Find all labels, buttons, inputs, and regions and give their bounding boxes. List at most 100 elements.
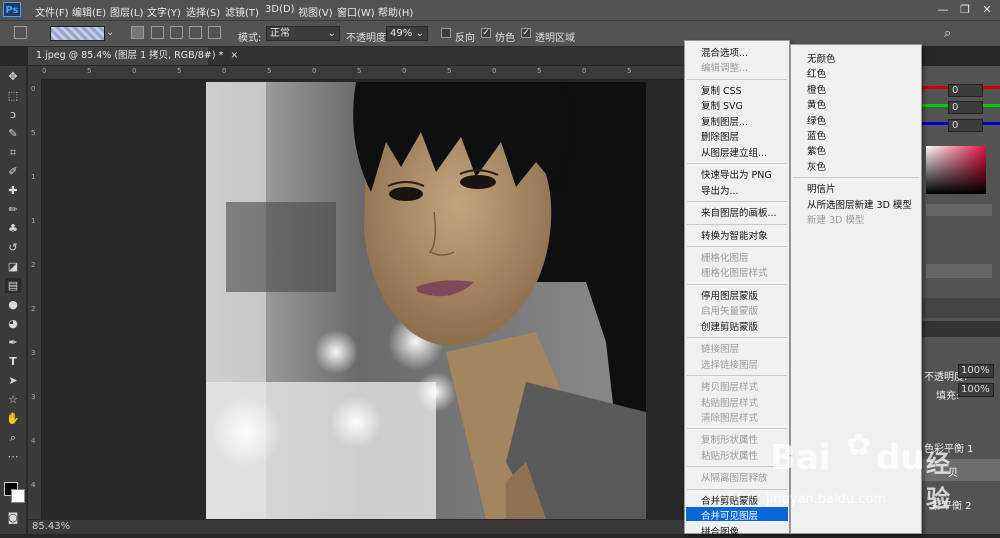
menu-help[interactable]: 帮助(H) bbox=[378, 4, 413, 19]
clone-stamp-icon[interactable]: ♣ bbox=[5, 221, 21, 236]
menu-item[interactable]: 导出为... bbox=[701, 183, 739, 197]
menu-item[interactable]: 合并可见图层 bbox=[701, 508, 758, 522]
layer-name-3[interactable]: 彩平衡 2 bbox=[932, 497, 972, 512]
menu-view[interactable]: 视图(V) bbox=[298, 4, 333, 19]
move-tool-icon[interactable]: ✥ bbox=[5, 69, 21, 84]
history-brush-icon[interactable]: ↺ bbox=[5, 240, 21, 255]
angle-gradient-icon[interactable] bbox=[170, 26, 183, 39]
ruler-tick: 5 bbox=[87, 67, 92, 75]
menu-item[interactable]: 混合选项... bbox=[701, 45, 748, 59]
gradient-tool-icon[interactable]: ▤ bbox=[5, 278, 21, 293]
menu-type[interactable]: 文字(Y) bbox=[147, 4, 181, 19]
menu-item[interactable]: 拼合图像 bbox=[701, 524, 739, 538]
menu-item[interactable]: 合并剪贴蒙版 bbox=[701, 493, 758, 507]
path-select-icon[interactable]: ➤ bbox=[5, 373, 21, 388]
gradient-tool-icon[interactable] bbox=[14, 26, 27, 39]
menu-item[interactable]: 黄色 bbox=[807, 97, 826, 111]
document-image[interactable] bbox=[206, 82, 646, 519]
blue-value[interactable]: 0 bbox=[948, 119, 983, 132]
reflected-gradient-icon[interactable] bbox=[189, 26, 202, 39]
healing-brush-icon[interactable]: ✚ bbox=[5, 183, 21, 198]
document-tab[interactable]: 1.jpeg @ 85.4% (图层 1 拷贝, RGB/8#) * × bbox=[28, 47, 238, 65]
pen-tool-icon[interactable]: ✒ bbox=[5, 335, 21, 350]
blur-tool-icon[interactable]: ● bbox=[5, 297, 21, 312]
more-tools-icon[interactable]: ⋯ bbox=[5, 449, 21, 464]
fill-input[interactable]: 100% bbox=[958, 383, 994, 397]
type-tool-icon[interactable]: T bbox=[5, 354, 21, 369]
transparency-checkbox[interactable]: ✓ bbox=[521, 28, 531, 38]
menu-3d[interactable]: 3D(D) bbox=[265, 4, 295, 15]
lasso-tool-icon[interactable]: ↄ bbox=[5, 107, 21, 122]
menu-item[interactable]: 快速导出为 PNG bbox=[701, 167, 772, 181]
eyedropper-tool-icon[interactable]: ✐ bbox=[5, 164, 21, 179]
menu-window[interactable]: 窗口(W) bbox=[337, 4, 375, 19]
menu-separator bbox=[687, 223, 787, 225]
menu-separator bbox=[687, 78, 787, 80]
quick-select-tool-icon[interactable]: ✎ bbox=[5, 126, 21, 141]
menu-item[interactable]: 从图层建立组... bbox=[701, 145, 767, 159]
menu-item[interactable]: 删除图层 bbox=[701, 129, 739, 143]
opacity-label: 不透明度: bbox=[346, 33, 390, 44]
menu-item[interactable]: 复制图层... bbox=[701, 114, 748, 128]
ruler-tick: 1 bbox=[31, 217, 36, 225]
menu-item[interactable]: 转换为智能对象 bbox=[701, 228, 768, 242]
adjustment-row[interactable] bbox=[926, 264, 992, 278]
eraser-tool-icon[interactable]: ◪ bbox=[5, 259, 21, 274]
marquee-tool-icon[interactable]: ⬚ bbox=[5, 88, 21, 103]
menu-item[interactable]: 橙色 bbox=[807, 82, 826, 96]
layer-name-2: 贝 bbox=[948, 468, 958, 479]
search-icon[interactable]: ⌕ bbox=[944, 26, 951, 41]
quick-mask-icon[interactable]: ◙ bbox=[5, 510, 21, 525]
dither-label: 仿色 bbox=[495, 33, 515, 44]
menu-item[interactable]: 绿色 bbox=[807, 113, 826, 127]
menu-item[interactable]: 紫色 bbox=[807, 143, 826, 157]
gradient-preview[interactable] bbox=[50, 26, 105, 41]
ruler-tick: 2 bbox=[31, 305, 36, 313]
crop-tool-icon[interactable]: ⌗ bbox=[5, 145, 21, 160]
menu-layer[interactable]: 图层(L) bbox=[110, 4, 143, 19]
hand-tool-icon[interactable]: ✋ bbox=[5, 411, 21, 426]
menu-file[interactable]: 文件(F) bbox=[35, 4, 69, 19]
swatch-row[interactable] bbox=[926, 204, 992, 216]
menu-item[interactable]: 明信片 bbox=[807, 181, 836, 195]
brush-tool-icon[interactable]: ✏ bbox=[5, 202, 21, 217]
chevron-down-icon: ⌄ bbox=[327, 28, 336, 39]
green-value[interactable]: 0 bbox=[948, 101, 983, 114]
menu-item[interactable]: 无颜色 bbox=[807, 51, 836, 65]
menu-item[interactable]: 复制 SVG bbox=[701, 98, 743, 112]
menu-item[interactable]: 从所选图层新建 3D 模型 bbox=[807, 197, 912, 211]
radial-gradient-icon[interactable] bbox=[151, 26, 164, 39]
mode-select[interactable]: 正常 ⌄ bbox=[266, 26, 340, 41]
red-value[interactable]: 0 bbox=[948, 84, 983, 97]
menu-select[interactable]: 选择(S) bbox=[186, 4, 220, 19]
layer-opacity-input[interactable]: 100% bbox=[958, 364, 994, 378]
tab-close-icon[interactable]: × bbox=[230, 50, 238, 61]
menu-filter[interactable]: 滤镜(T) bbox=[225, 4, 259, 19]
menu-item[interactable]: 灰色 bbox=[807, 159, 826, 173]
diamond-gradient-icon[interactable] bbox=[208, 26, 221, 39]
shape-tool-icon[interactable]: ☆ bbox=[5, 392, 21, 407]
menu-item[interactable]: 停用图层蒙版 bbox=[701, 288, 758, 302]
minimize-icon[interactable]: — bbox=[934, 2, 952, 17]
reverse-label: 反向 bbox=[455, 33, 475, 44]
opacity-input[interactable]: 49% ⌄ bbox=[386, 26, 428, 41]
menu-item[interactable]: 来自图层的画板... bbox=[701, 205, 777, 219]
layer-name-1[interactable]: 色彩平衡 1 bbox=[924, 440, 974, 455]
chevron-down-icon[interactable]: ⌄ bbox=[106, 27, 114, 38]
reverse-checkbox[interactable] bbox=[441, 28, 451, 38]
menu-edit[interactable]: 编辑(E) bbox=[72, 4, 106, 19]
zoom-tool-icon[interactable]: ⌕ bbox=[5, 430, 21, 445]
dodge-tool-icon[interactable]: ◕ bbox=[5, 316, 21, 331]
menu-item[interactable]: 创建剪贴蒙版 bbox=[701, 319, 758, 333]
close-window-icon[interactable]: ✕ bbox=[978, 2, 996, 17]
menu-item[interactable]: 红色 bbox=[807, 66, 826, 80]
menu-item[interactable]: 复制 CSS bbox=[701, 83, 742, 97]
menu-item: 粘贴图层样式 bbox=[701, 397, 759, 409]
color-picker-field[interactable] bbox=[926, 146, 986, 194]
menu-item[interactable]: 蓝色 bbox=[807, 128, 826, 142]
dither-checkbox[interactable]: ✓ bbox=[481, 28, 491, 38]
selected-layer-row[interactable]: 贝 bbox=[922, 459, 1000, 481]
background-color-swatch[interactable] bbox=[11, 489, 25, 503]
restore-icon[interactable]: ❐ bbox=[956, 2, 974, 17]
linear-gradient-icon[interactable] bbox=[131, 26, 144, 39]
